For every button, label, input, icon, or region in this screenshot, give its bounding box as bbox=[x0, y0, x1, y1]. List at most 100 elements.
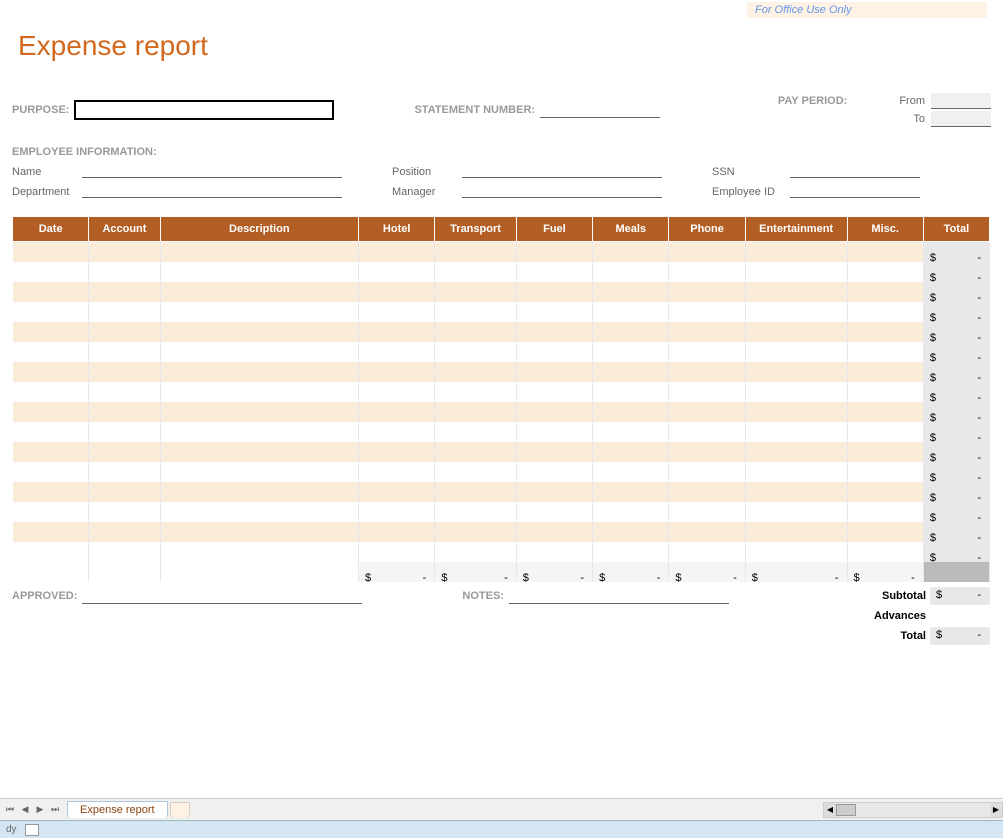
cell[interactable] bbox=[847, 462, 923, 482]
cell[interactable] bbox=[435, 342, 516, 362]
statement-number-input[interactable] bbox=[540, 102, 660, 118]
cell[interactable] bbox=[516, 422, 592, 442]
sheet-tab-expense-report[interactable]: Expense report bbox=[67, 801, 168, 818]
cell[interactable] bbox=[669, 342, 745, 362]
cell[interactable] bbox=[359, 402, 435, 422]
scroll-left-icon[interactable]: ◀ bbox=[824, 803, 836, 817]
cell[interactable] bbox=[13, 242, 89, 262]
cell[interactable] bbox=[160, 262, 358, 282]
sheet-tab-new[interactable] bbox=[170, 802, 191, 818]
cell[interactable] bbox=[745, 322, 847, 342]
cell[interactable] bbox=[89, 442, 160, 462]
cell[interactable] bbox=[745, 262, 847, 282]
position-input[interactable] bbox=[462, 162, 662, 178]
cell[interactable] bbox=[593, 262, 669, 282]
cell[interactable] bbox=[435, 462, 516, 482]
cell[interactable] bbox=[359, 242, 435, 262]
cell[interactable] bbox=[13, 302, 89, 322]
cell[interactable] bbox=[160, 342, 358, 362]
cell[interactable] bbox=[13, 422, 89, 442]
cell[interactable] bbox=[745, 342, 847, 362]
cell[interactable] bbox=[13, 382, 89, 402]
cell[interactable] bbox=[435, 502, 516, 522]
cell[interactable] bbox=[593, 542, 669, 562]
cell[interactable] bbox=[160, 542, 358, 562]
cell[interactable] bbox=[89, 402, 160, 422]
cell[interactable] bbox=[847, 322, 923, 342]
cell[interactable] bbox=[745, 302, 847, 322]
cell[interactable] bbox=[13, 322, 89, 342]
cell[interactable] bbox=[435, 542, 516, 562]
cell[interactable] bbox=[160, 362, 358, 382]
cell[interactable] bbox=[847, 422, 923, 442]
cell[interactable] bbox=[593, 482, 669, 502]
cell[interactable] bbox=[13, 442, 89, 462]
cell[interactable] bbox=[359, 502, 435, 522]
ssn-input[interactable] bbox=[790, 162, 920, 178]
status-icon[interactable] bbox=[25, 824, 39, 836]
tab-prev-icon[interactable]: ◀ bbox=[18, 803, 32, 817]
cell[interactable] bbox=[745, 422, 847, 442]
cell[interactable] bbox=[669, 302, 745, 322]
cell[interactable] bbox=[516, 342, 592, 362]
cell[interactable] bbox=[516, 362, 592, 382]
cell[interactable] bbox=[359, 442, 435, 462]
cell[interactable] bbox=[435, 382, 516, 402]
cell[interactable] bbox=[745, 242, 847, 262]
cell[interactable] bbox=[435, 422, 516, 442]
cell[interactable] bbox=[669, 262, 745, 282]
cell[interactable] bbox=[847, 502, 923, 522]
cell[interactable] bbox=[669, 442, 745, 462]
cell[interactable] bbox=[435, 302, 516, 322]
cell[interactable] bbox=[516, 402, 592, 422]
cell[interactable] bbox=[359, 302, 435, 322]
cell[interactable] bbox=[13, 542, 89, 562]
cell[interactable] bbox=[160, 482, 358, 502]
cell[interactable] bbox=[847, 342, 923, 362]
approved-input[interactable] bbox=[82, 588, 362, 604]
cell[interactable] bbox=[435, 282, 516, 302]
cell[interactable] bbox=[359, 282, 435, 302]
cell[interactable] bbox=[847, 542, 923, 562]
cell[interactable] bbox=[593, 282, 669, 302]
cell[interactable] bbox=[516, 242, 592, 262]
cell[interactable] bbox=[593, 462, 669, 482]
cell[interactable] bbox=[359, 482, 435, 502]
cell[interactable] bbox=[593, 422, 669, 442]
cell[interactable] bbox=[847, 262, 923, 282]
cell[interactable] bbox=[847, 242, 923, 262]
cell[interactable] bbox=[89, 482, 160, 502]
cell[interactable] bbox=[516, 522, 592, 542]
purpose-input[interactable] bbox=[74, 100, 334, 120]
cell[interactable] bbox=[669, 322, 745, 342]
cell[interactable] bbox=[160, 462, 358, 482]
cell[interactable] bbox=[89, 502, 160, 522]
manager-input[interactable] bbox=[462, 182, 662, 198]
cell[interactable] bbox=[516, 502, 592, 522]
cell[interactable] bbox=[745, 442, 847, 462]
cell[interactable] bbox=[593, 402, 669, 422]
cell[interactable] bbox=[435, 522, 516, 542]
cell[interactable] bbox=[669, 362, 745, 382]
scroll-thumb[interactable] bbox=[836, 804, 856, 816]
cell[interactable] bbox=[359, 462, 435, 482]
cell[interactable] bbox=[13, 282, 89, 302]
to-input[interactable] bbox=[931, 111, 991, 127]
cell[interactable] bbox=[359, 262, 435, 282]
cell[interactable] bbox=[847, 382, 923, 402]
cell[interactable] bbox=[593, 242, 669, 262]
tab-next-icon[interactable]: ▶ bbox=[33, 803, 47, 817]
cell[interactable] bbox=[89, 242, 160, 262]
cell[interactable] bbox=[516, 282, 592, 302]
cell[interactable] bbox=[745, 362, 847, 382]
cell[interactable] bbox=[669, 522, 745, 542]
cell[interactable] bbox=[847, 522, 923, 542]
cell[interactable] bbox=[89, 422, 160, 442]
cell[interactable] bbox=[847, 282, 923, 302]
tab-first-icon[interactable]: ⏮ bbox=[3, 803, 17, 817]
cell[interactable] bbox=[669, 542, 745, 562]
department-input[interactable] bbox=[82, 182, 342, 198]
cell[interactable] bbox=[847, 362, 923, 382]
cell[interactable] bbox=[745, 502, 847, 522]
cell[interactable] bbox=[89, 322, 160, 342]
